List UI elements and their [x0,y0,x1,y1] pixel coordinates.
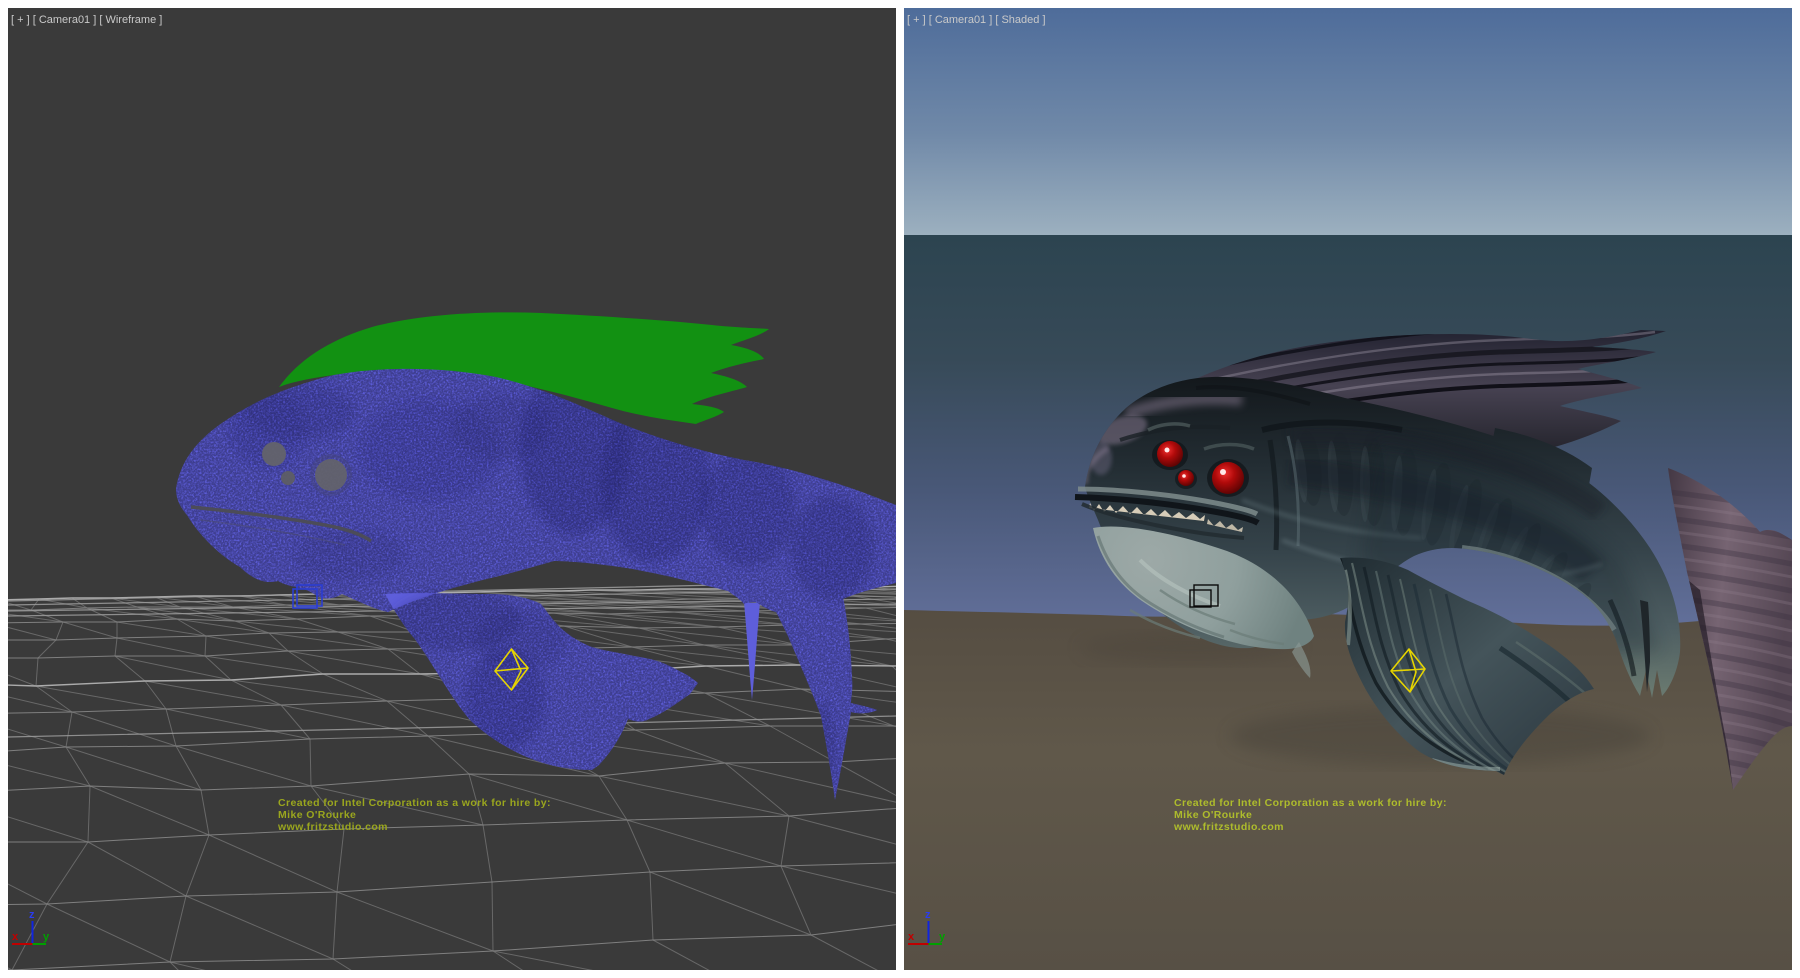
svg-text:x: x [908,931,915,943]
svg-text:y: y [43,931,50,943]
svg-text:[ + ] [ Camera01 ] [ Wireframe: [ + ] [ Camera01 ] [ Wireframe ] [11,14,162,26]
svg-text:y: y [939,931,946,943]
svg-text:Mike O'Rourke: Mike O'Rourke [1174,809,1252,821]
svg-text:www.fritzstudio.com: www.fritzstudio.com [1173,821,1284,833]
svg-text:Created for Intel Corporation: Created for Intel Corporation as a work … [1174,797,1447,809]
svg-text:z: z [925,909,931,921]
svg-text:Mike O'Rourke: Mike O'Rourke [278,809,356,821]
svg-text:www.fritzstudio.com: www.fritzstudio.com [277,821,388,833]
svg-text:Created for Intel Corporation: Created for Intel Corporation as a work … [278,797,551,809]
svg-text:x: x [12,931,19,943]
svg-text:[ + ] [ Camera01 ] [ Shaded ]: [ + ] [ Camera01 ] [ Shaded ] [907,14,1046,26]
svg-text:z: z [29,909,35,921]
